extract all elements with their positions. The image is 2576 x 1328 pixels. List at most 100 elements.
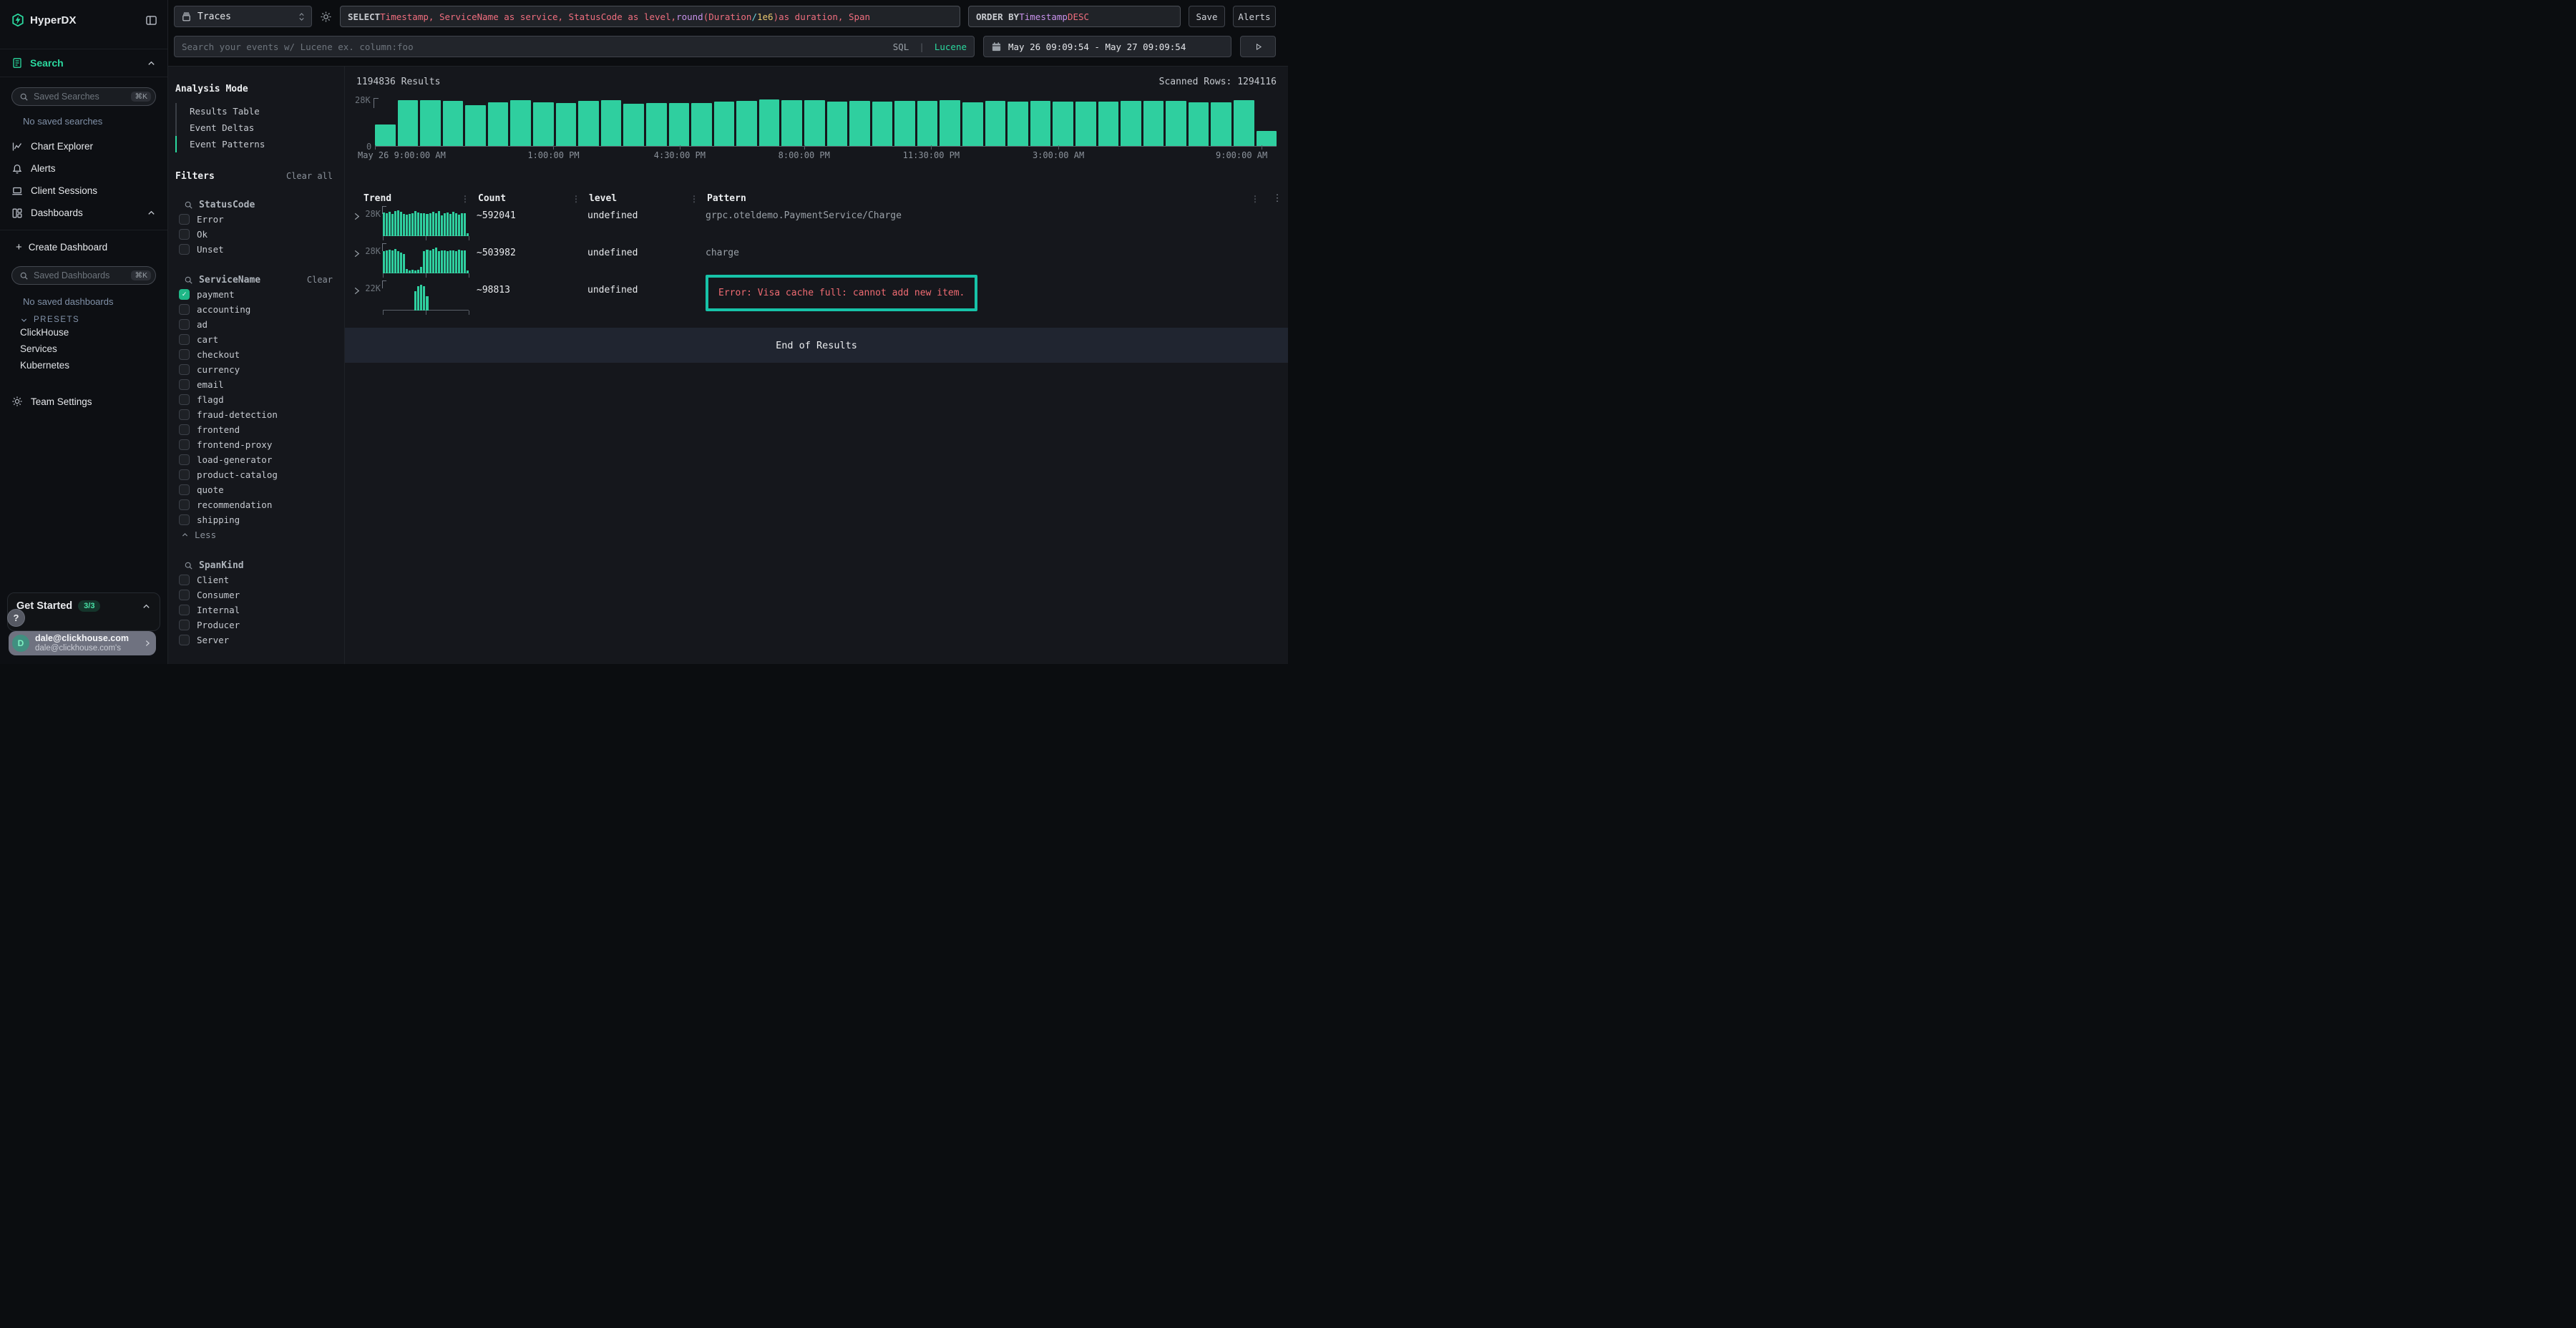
- saved-searches-input[interactable]: Saved Searches ⌘K: [11, 87, 156, 106]
- filter-checkbox-row[interactable]: product-catalog: [168, 467, 344, 482]
- analysis-mode-results-table[interactable]: Results Table: [175, 103, 344, 119]
- checkbox[interactable]: [179, 575, 190, 585]
- checkbox[interactable]: [179, 469, 190, 480]
- filter-checkbox-row[interactable]: Unset: [168, 242, 344, 257]
- save-button[interactable]: Save: [1189, 6, 1225, 27]
- checkbox[interactable]: [179, 620, 190, 630]
- filter-checkbox-row[interactable]: ad: [168, 317, 344, 332]
- source-select[interactable]: Traces: [174, 6, 312, 27]
- filter-checkbox-row[interactable]: Server: [168, 633, 344, 648]
- checkbox[interactable]: [179, 409, 190, 420]
- column-resize-handle[interactable]: ⋮: [572, 194, 580, 204]
- filter-checkbox-row[interactable]: Client: [168, 572, 344, 587]
- show-less-button[interactable]: Less: [168, 527, 344, 542]
- checkbox[interactable]: [179, 454, 190, 465]
- filter-checkbox-row[interactable]: accounting: [168, 302, 344, 317]
- checkbox[interactable]: [179, 590, 190, 600]
- sidebar-item-team-settings[interactable]: Team Settings: [0, 391, 167, 412]
- checkbox[interactable]: [179, 214, 190, 225]
- filter-checkbox-row[interactable]: flagd: [168, 392, 344, 407]
- create-dashboard-button[interactable]: + Create Dashboard: [0, 236, 167, 258]
- sidebar-item-chart-explorer[interactable]: Chart Explorer: [0, 135, 167, 157]
- checkbox[interactable]: [179, 484, 190, 495]
- expand-row-chevron-icon[interactable]: [345, 280, 362, 296]
- filter-checkbox-row[interactable]: currency: [168, 362, 344, 377]
- expand-row-chevron-icon[interactable]: [345, 243, 362, 258]
- highlighted-error-pattern[interactable]: Error: Visa cache full: cannot add new i…: [706, 275, 977, 311]
- filter-checkbox-row[interactable]: fraud-detection: [168, 407, 344, 422]
- search-input[interactable]: Search your events w/ Lucene ex. column:…: [174, 36, 975, 57]
- get-started-header[interactable]: Get Started 3/3: [16, 600, 151, 612]
- column-resize-handle[interactable]: ⋮: [1251, 194, 1259, 204]
- checkbox[interactable]: [179, 499, 190, 510]
- table-options-button[interactable]: ⋮: [1267, 193, 1288, 204]
- sidebar-item-alerts[interactable]: Alerts: [0, 157, 167, 180]
- lucene-mode-toggle[interactable]: Lucene: [935, 42, 967, 52]
- filter-checkbox-row[interactable]: quote: [168, 482, 344, 497]
- filter-checkbox-row[interactable]: Error: [168, 212, 344, 227]
- checkbox[interactable]: [179, 514, 190, 525]
- search-icon: [184, 275, 193, 285]
- checkbox[interactable]: [179, 364, 190, 375]
- date-range-picker[interactable]: May 26 09:09:54 - May 27 09:09:54: [983, 36, 1231, 57]
- analysis-mode-event-deltas[interactable]: Event Deltas: [175, 119, 344, 136]
- source-settings-gear-icon[interactable]: [320, 11, 332, 23]
- chevron-up-icon[interactable]: [147, 208, 156, 218]
- filter-checkbox-row[interactable]: email: [168, 377, 344, 392]
- chevron-up-icon[interactable]: [147, 59, 156, 68]
- filter-checkbox-row[interactable]: checkout: [168, 347, 344, 362]
- nav-label: Dashboards: [31, 208, 83, 218]
- table-row[interactable]: 22K~98813undefinedError: Visa cache full…: [345, 280, 1288, 318]
- filter-checkbox-row[interactable]: Producer: [168, 617, 344, 633]
- filter-checkbox-row[interactable]: ✓payment: [168, 287, 344, 302]
- analysis-mode-event-patterns[interactable]: Event Patterns: [175, 136, 344, 152]
- checkbox[interactable]: [179, 349, 190, 360]
- filter-checkbox-row[interactable]: Consumer: [168, 587, 344, 602]
- checkbox[interactable]: [179, 334, 190, 345]
- sidebar-item-client-sessions[interactable]: Client Sessions: [0, 180, 167, 202]
- user-menu[interactable]: D dale@clickhouse.com dale@clickhouse.co…: [9, 631, 156, 655]
- column-resize-handle[interactable]: ⋮: [690, 194, 698, 204]
- column-resize-handle[interactable]: ⋮: [461, 194, 469, 204]
- filter-checkbox-row[interactable]: Ok: [168, 227, 344, 242]
- order-by-input[interactable]: ORDER BY Timestamp DESC: [968, 6, 1181, 27]
- filter-clear-button[interactable]: Clear: [307, 275, 333, 285]
- sidebar-item-services[interactable]: Services: [0, 341, 167, 357]
- sidebar-item-search[interactable]: Search: [0, 49, 167, 77]
- saved-dashboards-input[interactable]: Saved Dashboards ⌘K: [11, 266, 156, 285]
- sidebar-item-kubernetes[interactable]: Kubernetes: [0, 357, 167, 374]
- help-button[interactable]: ?: [7, 609, 25, 627]
- checkbox[interactable]: [179, 424, 190, 435]
- expand-row-chevron-icon[interactable]: [345, 206, 362, 221]
- trend-bar: [464, 213, 466, 236]
- sidebar-item-clickhouse[interactable]: ClickHouse: [0, 324, 167, 341]
- sidebar-item-dashboards[interactable]: Dashboards: [0, 202, 167, 224]
- presets-toggle[interactable]: PRESETS: [20, 316, 156, 324]
- filter-checkbox-row[interactable]: shipping: [168, 512, 344, 527]
- histogram-bar: [962, 102, 983, 146]
- checkbox[interactable]: [179, 229, 190, 240]
- clear-all-button[interactable]: Clear all: [286, 171, 333, 181]
- alerts-button[interactable]: Alerts: [1233, 6, 1276, 27]
- checkbox[interactable]: [179, 394, 190, 405]
- checkbox[interactable]: [179, 244, 190, 255]
- filter-checkbox-row[interactable]: Internal: [168, 602, 344, 617]
- filter-checkbox-row[interactable]: frontend: [168, 422, 344, 437]
- run-query-button[interactable]: [1240, 36, 1276, 57]
- checkbox[interactable]: [179, 605, 190, 615]
- filter-checkbox-row[interactable]: recommendation: [168, 497, 344, 512]
- filter-checkbox-row[interactable]: load-generator: [168, 452, 344, 467]
- filter-checkbox-row[interactable]: cart: [168, 332, 344, 347]
- checkbox[interactable]: [179, 439, 190, 450]
- checkbox[interactable]: [179, 379, 190, 390]
- checkbox[interactable]: [179, 635, 190, 645]
- sql-mode-toggle[interactable]: SQL: [893, 42, 909, 52]
- checkbox[interactable]: [179, 319, 190, 330]
- select-clause-input[interactable]: SELECT Timestamp, ServiceName as service…: [340, 6, 960, 27]
- checkbox[interactable]: [179, 304, 190, 315]
- sidebar-collapse-icon[interactable]: [145, 14, 157, 26]
- filter-checkbox-row[interactable]: frontend-proxy: [168, 437, 344, 452]
- chevron-up-icon[interactable]: [142, 602, 151, 611]
- table-row[interactable]: 28K~592041undefinedgrpc.oteldemo.Payment…: [345, 206, 1288, 243]
- checkbox-checked[interactable]: ✓: [179, 289, 190, 300]
